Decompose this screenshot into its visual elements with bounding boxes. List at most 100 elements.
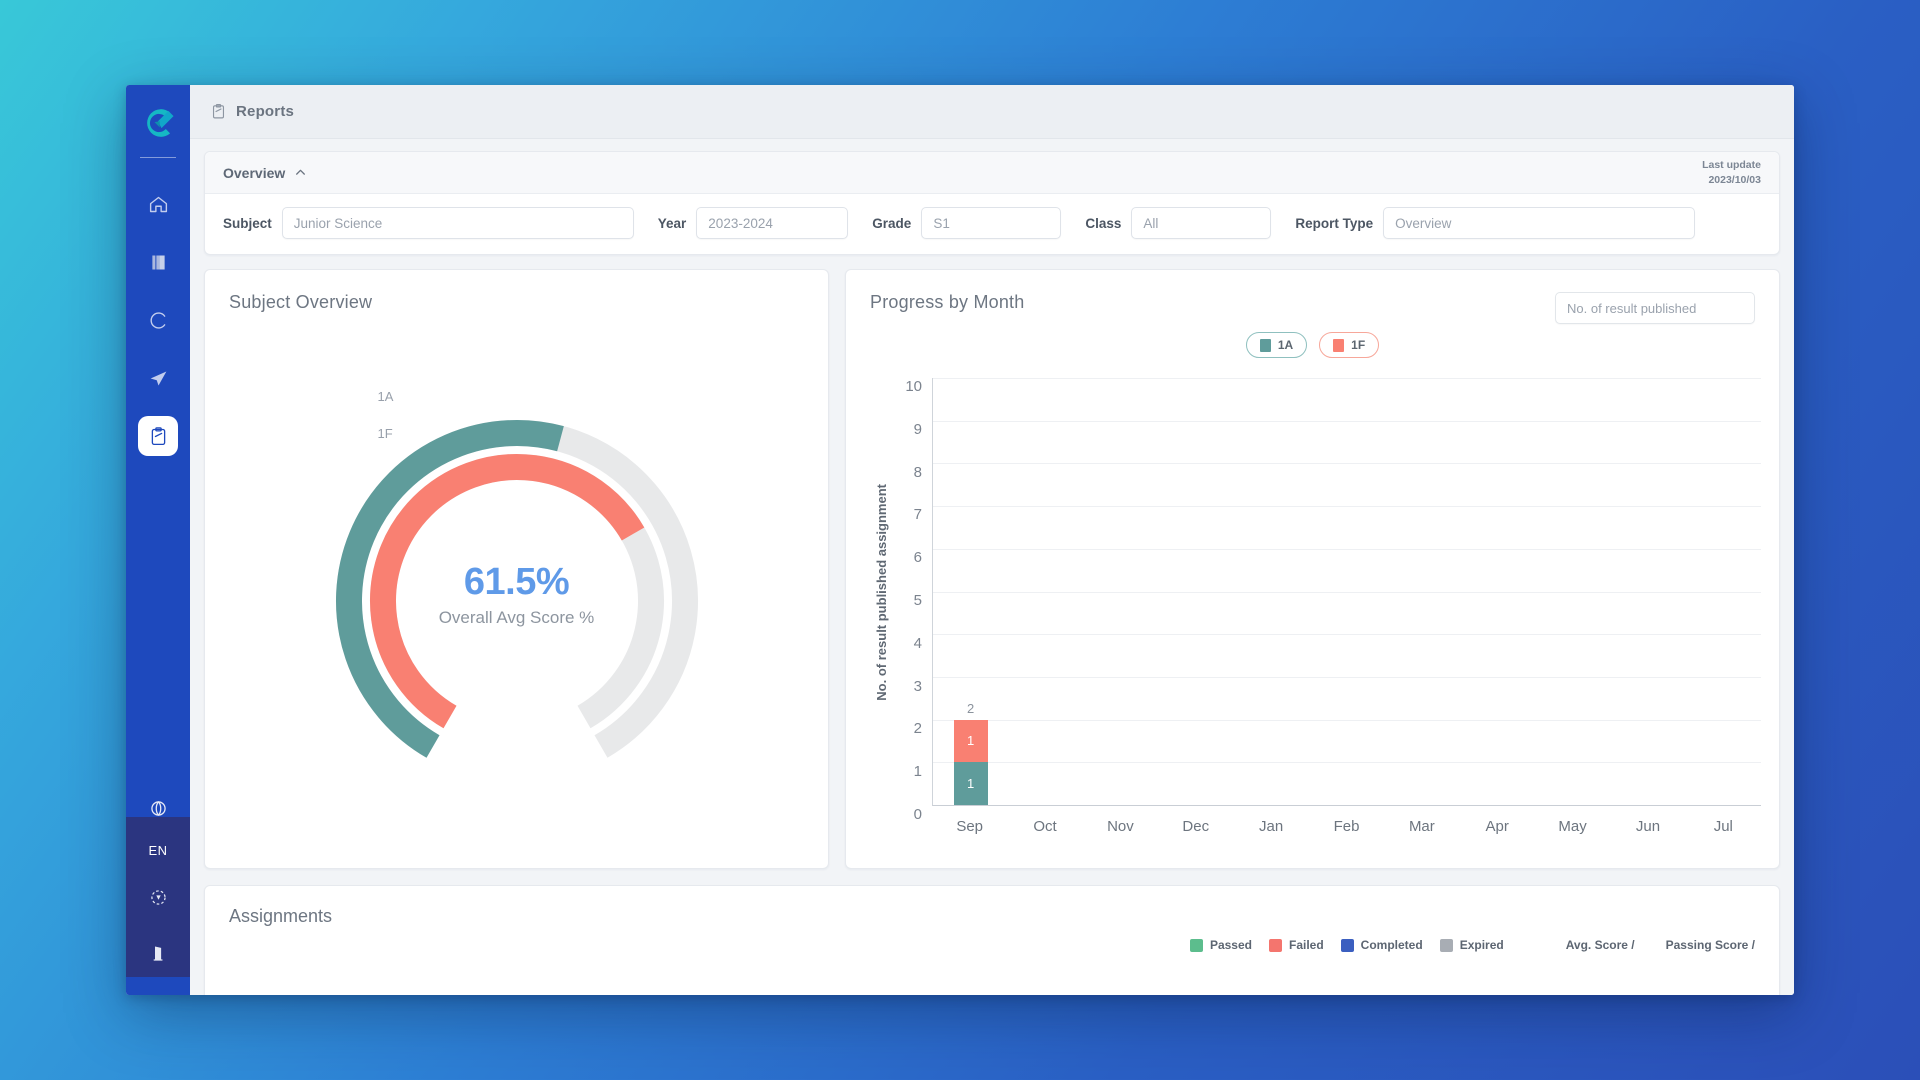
- sidebar-item-reports[interactable]: [138, 416, 178, 456]
- legend-swatch: [1189, 938, 1203, 952]
- legend-label: Expired: [1459, 938, 1504, 952]
- application-window: EN Reports Overview Last update 2023/10/…: [126, 85, 1794, 995]
- subject-overview-title: Subject Overview: [229, 292, 373, 312]
- grid-line: [933, 420, 1761, 422]
- content-scroll-area: Overview Last update 2023/10/03 Subject: [190, 139, 1794, 995]
- legend-label: Completed: [1360, 938, 1423, 952]
- sidebar-divider: [140, 157, 176, 158]
- progress-plot-area: No. of result published assignment 01234…: [870, 378, 1761, 850]
- book-icon: [151, 255, 165, 269]
- grid-line: [933, 719, 1761, 721]
- assignments-title: Assignments: [229, 906, 333, 926]
- donut-chart: 1A 1F 61.5% Overall Avg Score %: [205, 324, 828, 868]
- donut-svg: [335, 420, 698, 758]
- clipboard-icon: [210, 103, 227, 120]
- home-icon: [149, 196, 167, 212]
- chevron-up-icon[interactable]: [294, 166, 307, 179]
- x-tick-label: Jul: [1713, 818, 1733, 835]
- x-tick-label: Sep: [956, 818, 984, 835]
- y-axis-title-text: No. of result published assignment: [873, 483, 889, 701]
- page-title: Reports: [236, 103, 295, 120]
- filter-label-year: Year: [657, 215, 687, 231]
- y-axis-ticks: 0 1 2 3 4 5 6 7 8 9 10: [905, 378, 922, 823]
- x-tick-label: Dec: [1182, 818, 1210, 835]
- sidebar-item-globe[interactable]: [138, 788, 178, 828]
- last-update-block: Last update 2023/10/03: [1702, 158, 1761, 186]
- legend-swatch: [1268, 938, 1282, 952]
- assignments-legend-item: Passed: [1189, 938, 1252, 952]
- bar-segment-1a[interactable]: 1: [953, 762, 988, 805]
- filter-input-class[interactable]: All: [1131, 207, 1272, 239]
- sidebar-language-label[interactable]: EN: [148, 844, 167, 857]
- x-tick-label: Jun: [1635, 818, 1661, 835]
- legend-pill-1f[interactable]: 1F: [1319, 332, 1380, 358]
- progress-legend: 1A 1F: [846, 332, 1779, 358]
- help-icon: [150, 889, 166, 905]
- filter-input-subject[interactable]: Junior Science: [281, 207, 634, 239]
- x-tick-label: Mar: [1408, 818, 1435, 835]
- x-tick-label: Jan: [1259, 818, 1284, 835]
- charts-row: Subject Overview 1A 1F 61.5% Overall Avg…: [204, 269, 1780, 869]
- last-update-label: Last update: [1702, 159, 1761, 172]
- sidebar-item-logout[interactable]: [138, 933, 178, 973]
- bar-column[interactable]: 11: [953, 719, 988, 805]
- x-axis-labels: Sep Oct Nov Dec Jan Feb Mar Apr May Jun Jul: [932, 806, 1761, 850]
- legend-swatch-1f: [1333, 338, 1345, 352]
- grid-line: [933, 591, 1761, 593]
- grid-line: [933, 463, 1761, 465]
- assignments-card: Assignments Passed Failed Completed Expired…: [204, 885, 1780, 995]
- filter-input-report-type[interactable]: Overview: [1383, 207, 1696, 239]
- legend-swatch-1a: [1259, 338, 1271, 352]
- grid-line: [933, 378, 1761, 379]
- legend-pill-1a[interactable]: 1A: [1245, 332, 1308, 358]
- sidebar: EN: [126, 85, 190, 995]
- grid-line: [933, 506, 1761, 508]
- bar-segment-1f[interactable]: 1: [953, 719, 988, 763]
- sidebar-item-history[interactable]: [138, 300, 178, 340]
- overview-label: Overview: [223, 164, 286, 181]
- grid-line: [933, 634, 1761, 636]
- assignments-metric-label: Avg. Score /: [1565, 938, 1635, 952]
- paper-plane-icon: [150, 371, 166, 385]
- subject-overview-card: Subject Overview 1A 1F 61.5% Overall Avg…: [204, 269, 829, 869]
- filter-label-grade: Grade: [872, 215, 912, 231]
- filter-input-year[interactable]: 2023-2024: [696, 207, 849, 239]
- e-logo[interactable]: [138, 103, 178, 143]
- x-tick-label: May: [1558, 818, 1587, 835]
- filter-panel-header: Overview Last update 2023/10/03: [205, 152, 1779, 194]
- x-tick-label: Feb: [1333, 818, 1360, 835]
- sidebar-item-messages[interactable]: [138, 358, 178, 398]
- grid-line: [933, 762, 1761, 764]
- filter-panel: Overview Last update 2023/10/03 Subject: [204, 151, 1780, 255]
- metric-select[interactable]: No. of result published: [1555, 292, 1755, 324]
- last-update-value: 2023/10/03: [1708, 173, 1761, 186]
- plot-grid: 11 2: [932, 378, 1761, 806]
- legend-swatch: [1340, 938, 1354, 952]
- legend-label: Failed: [1288, 938, 1324, 952]
- clipboard-icon: [151, 426, 165, 445]
- x-tick-label: Nov: [1107, 818, 1134, 835]
- clock-icon: [150, 311, 165, 329]
- progress-by-month-card: Progress by Month No. of result publishe…: [845, 269, 1780, 869]
- overview-toggle[interactable]: Overview: [223, 165, 307, 181]
- filter-label-report-type: Report Type: [1295, 215, 1374, 231]
- sidebar-item-library[interactable]: [138, 242, 178, 282]
- legend-label-1f: 1F: [1351, 338, 1366, 352]
- y-axis-title: No. of result published assignment: [870, 378, 892, 806]
- sidebar-item-help[interactable]: [138, 877, 178, 917]
- filter-label-subject: Subject: [223, 215, 272, 231]
- topbar: Reports: [190, 85, 1794, 139]
- x-tick-label: Oct: [1033, 818, 1057, 835]
- grid-line: [933, 676, 1761, 678]
- filter-label-class: Class: [1085, 215, 1122, 231]
- assignments-legend: Passed Failed Completed Expired Avg. Score /…: [1189, 938, 1755, 952]
- sidebar-item-home[interactable]: [138, 184, 178, 224]
- donut-label-1a: 1A: [377, 389, 394, 404]
- door-exit-icon: [153, 946, 162, 961]
- sidebar-bottom-section: EN: [126, 788, 190, 977]
- filter-input-grade[interactable]: S1: [921, 207, 1062, 239]
- grid-line: [933, 548, 1761, 550]
- assignments-metric-label: Passing Score /: [1665, 938, 1755, 952]
- donut-label-1f: 1F: [377, 426, 393, 441]
- legend-swatch: [1439, 938, 1453, 952]
